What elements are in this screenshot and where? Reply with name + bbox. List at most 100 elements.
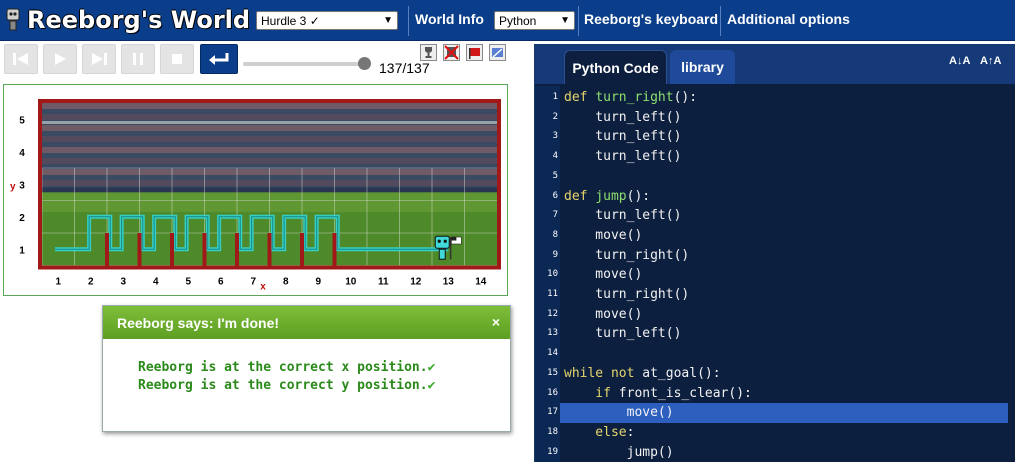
line-number: 11 (547, 289, 558, 299)
hurdle-wall (202, 233, 207, 266)
code-line: turn_left() (564, 109, 682, 125)
line-number: 5 (552, 170, 558, 181)
additional-options-button[interactable]: Additional options (727, 11, 850, 27)
message-title: Reeborg says: I'm done! (117, 314, 280, 331)
hurdle-wall (332, 233, 337, 266)
robot-body (438, 248, 446, 260)
code-line: turn_right() (564, 247, 690, 263)
step-counter: 137/137 (379, 60, 430, 76)
line-number: 19 (547, 446, 558, 457)
x-tick-label: 8 (283, 277, 289, 288)
stop-button[interactable] (160, 44, 194, 74)
line-number: 3 (552, 131, 558, 142)
line-number: 16 (547, 387, 558, 398)
keyboard-button[interactable]: Reeborg's keyboard (584, 11, 718, 27)
x-tick-label: 1 (55, 277, 61, 288)
code-line: jump() (564, 444, 674, 460)
code-editor-panel: Python Code library A↓A A↑A 1 def turn_ri… (534, 44, 1015, 462)
robot-eye (443, 239, 447, 243)
play-button[interactable] (43, 44, 77, 74)
divider (408, 6, 409, 36)
tab-python-code[interactable]: Python Code (564, 50, 667, 84)
return-icon (209, 53, 229, 65)
step-forward-icon (92, 53, 107, 65)
line-number: 6 (552, 190, 558, 201)
step-slider[interactable] (243, 62, 365, 66)
pause-icon (133, 53, 143, 65)
world-select-value: Hurdle 3 ✓ (261, 13, 320, 28)
tab-library[interactable]: library (670, 50, 735, 84)
y-tick-label: 3 (19, 180, 25, 191)
code-line: turn_left() (564, 208, 682, 224)
check-icon: ✔ (427, 378, 436, 393)
x-tick-label: 13 (443, 277, 455, 288)
stands-row (42, 103, 497, 109)
chevron-down-icon: ▼ (383, 15, 393, 26)
line-number: 2 (552, 111, 558, 122)
top-bar: Reeborg's World Hurdle 3 ✓ ▼ World Info … (0, 0, 1015, 41)
robot-icon (434, 235, 450, 249)
increase-font-button[interactable]: A↑A (980, 55, 1001, 67)
hurdle-wall (235, 233, 239, 266)
x-tick-label: 10 (345, 277, 357, 288)
divider (720, 6, 721, 36)
stands-row (42, 147, 497, 153)
step-slider-handle[interactable] (358, 57, 371, 70)
language-select-value: Python (499, 13, 537, 28)
return-button[interactable] (200, 44, 238, 74)
stands-row (42, 114, 497, 120)
x-tick-label: 4 (153, 277, 159, 288)
x-tick-label: 7 (250, 277, 256, 288)
x-tick-label: 6 (218, 277, 224, 288)
x-tick-label: 12 (410, 277, 422, 288)
robot-logo-icon (6, 8, 20, 31)
code-line: else: (564, 424, 635, 440)
stands-rail (42, 121, 497, 124)
line-number: 7 (552, 210, 558, 221)
play-icon (55, 53, 66, 65)
line-number: 10 (547, 269, 558, 280)
x-tick-label: 11 (378, 277, 389, 288)
app-title: Reeborg's World (27, 6, 251, 34)
hurdle-wall (267, 233, 272, 266)
x-tick-label: 5 (185, 277, 191, 288)
message-line: Reeborg is at the correct y position.✔ (138, 378, 436, 393)
line-number: 18 (547, 426, 558, 437)
x-tick-label: 14 (475, 277, 487, 288)
pause-button[interactable] (121, 44, 155, 74)
world-info-button[interactable]: World Info (415, 11, 484, 27)
code-line: move() (564, 405, 674, 421)
code-line: turn_left() (564, 149, 682, 165)
stands-row (42, 125, 497, 131)
code-area[interactable]: 1 def turn_right(): 2 turn_left() 3 turn_le… (535, 86, 1015, 462)
world-edit-icon[interactable] (489, 44, 506, 61)
y-tick-label: 5 (19, 115, 25, 126)
hurdle-wall (170, 233, 174, 266)
line-number: 4 (552, 151, 558, 162)
world-panel: 5 4 3 2 1 y 1 2 3 4 5 6 7 8 9 10 11 12 13 14 x (3, 84, 508, 296)
editor-tab-bar: Python Code library A↓A A↑A (535, 44, 1015, 84)
language-select[interactable]: Python ▼ (494, 11, 575, 30)
rewind-button[interactable] (4, 44, 38, 74)
line-number: 14 (547, 348, 558, 359)
app-logo: Reeborg's World (4, 3, 250, 37)
rewind-icon (13, 53, 28, 65)
message-header: Reeborg says: I'm done! × (103, 306, 510, 339)
decrease-font-button[interactable]: A↓A (949, 55, 970, 67)
world-canvas[interactable]: 54321y1 2 3 4 5 6 7 8 9 10 11 12 13 14x (4, 85, 507, 295)
flag-icon[interactable] (466, 44, 483, 61)
x-axis-label: x (260, 282, 266, 293)
line-number: 1 (552, 92, 558, 102)
code-line: turn_right() (564, 287, 690, 302)
trophy-icon[interactable] (420, 44, 437, 61)
step-forward-button[interactable] (82, 44, 116, 74)
close-icon[interactable]: × (492, 314, 500, 330)
divider (578, 6, 579, 36)
line-number: 12 (547, 308, 558, 319)
world-select[interactable]: Hurdle 3 ✓ ▼ (256, 11, 398, 30)
message-line: Reeborg is at the correct x position.✔ (138, 360, 436, 375)
code-line: while not at_goal(): (564, 365, 721, 381)
x-tick-label: 9 (315, 277, 321, 288)
line-number: 9 (552, 249, 558, 260)
robot-icon[interactable] (443, 44, 460, 61)
